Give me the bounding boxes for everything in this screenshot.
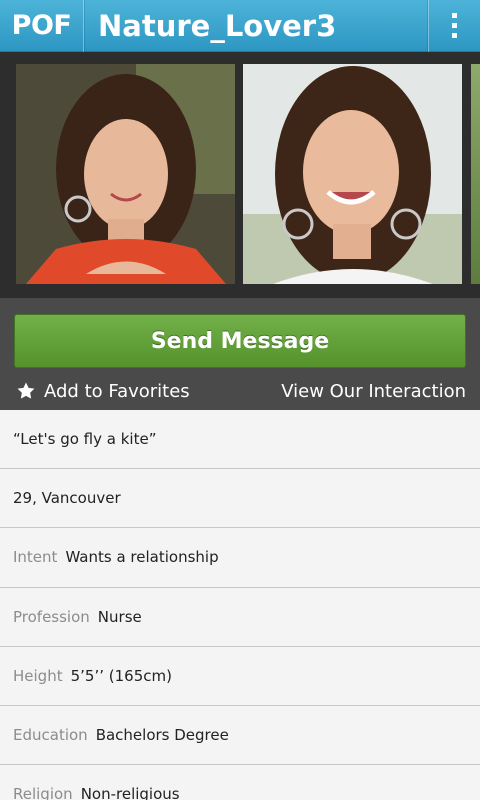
profile-username: Nature_Lover3	[98, 8, 337, 43]
overflow-menu-button[interactable]	[428, 0, 480, 52]
detail-row-education: Education Bachelors Degree	[0, 705, 480, 766]
detail-row-intent: Intent Wants a relationship	[0, 528, 480, 588]
overflow-menu-icon	[452, 13, 457, 38]
pof-logo[interactable]: POF	[0, 0, 84, 52]
photo-gallery[interactable]	[0, 52, 480, 298]
detail-label: Profession	[13, 607, 90, 626]
profile-photo-3-partial[interactable]	[471, 64, 480, 284]
profile-actions: Send Message Add to Favorites View Our I…	[0, 298, 480, 410]
detail-row-height: Height 5’5’’ (165cm)	[0, 646, 480, 706]
top-app-bar: POF Nature_Lover3	[0, 0, 480, 52]
add-to-favorites-label: Add to Favorites	[44, 380, 190, 402]
photo-1-image	[16, 64, 235, 284]
detail-value: Non-religious	[80, 785, 180, 800]
detail-row-religion: Religion Non-religious	[0, 765, 480, 800]
detail-value: 5’5’’ (165cm)	[70, 666, 172, 685]
profile-photo-1[interactable]	[16, 64, 235, 284]
profile-details-list: “Let's go fly a kite” 29, Vancouver Inte…	[0, 410, 480, 800]
detail-label: Height	[13, 666, 63, 685]
detail-value: Nurse	[97, 607, 142, 626]
detail-label: Religion	[13, 785, 73, 800]
age-location-text: 29, Vancouver	[13, 489, 121, 508]
profile-photo-2[interactable]	[243, 64, 462, 284]
photo-2-image	[243, 64, 462, 284]
headline-text: “Let's go fly a kite”	[13, 430, 157, 449]
view-our-interaction-link[interactable]: View Our Interaction	[281, 378, 466, 404]
star-icon	[17, 382, 35, 399]
detail-row-profession: Profession Nurse	[0, 587, 480, 647]
detail-label: Intent	[13, 548, 58, 567]
add-to-favorites-button[interactable]: Add to Favorites	[16, 378, 190, 404]
detail-value: Bachelors Degree	[95, 726, 229, 745]
send-message-button[interactable]: Send Message	[14, 314, 466, 368]
headline-row: “Let's go fly a kite”	[0, 410, 480, 470]
age-location-row: 29, Vancouver	[0, 469, 480, 529]
detail-value: Wants a relationship	[65, 548, 219, 567]
detail-label: Education	[13, 726, 88, 745]
